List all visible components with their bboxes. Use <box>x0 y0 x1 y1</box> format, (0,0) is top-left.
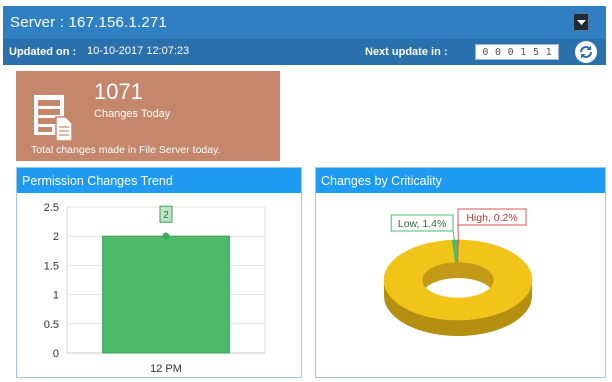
updated-on-value: 10-10-2017 12:07:23 <box>87 45 190 57</box>
countdown-digit: 1 <box>520 46 527 58</box>
changes-by-criticality-panel: Changes by Criticality Low, 1.4% High, 0.… <box>315 167 606 378</box>
caret-down-icon <box>577 20 586 25</box>
updated-on-label: Updated on : <box>9 46 77 58</box>
y-tick-label: 0.5 <box>44 319 59 331</box>
document-stack-icon <box>34 95 73 141</box>
y-tick-label: 2.5 <box>44 202 59 214</box>
countdown-digit: 0 <box>494 46 501 58</box>
server-dropdown-button[interactable] <box>573 13 589 31</box>
next-update-label: Next update in : <box>365 46 448 58</box>
countdown-digit: 0 <box>482 46 489 58</box>
countdown-digit: 0 <box>507 46 514 58</box>
data-point <box>162 232 170 240</box>
high-label: High, 0.2% <box>466 212 517 224</box>
changes-today-description: Total changes made in File Server today. <box>31 144 221 156</box>
changes-by-criticality-chart: Low, 1.4% High, 0.2% <box>383 208 533 336</box>
bar <box>102 235 230 354</box>
y-tick-label: 0 <box>53 348 59 360</box>
y-tick-label: 2 <box>53 231 59 243</box>
changes-by-criticality-title: Changes by Criticality <box>316 168 605 193</box>
countdown-digit: 5 <box>532 46 539 58</box>
changes-today-label: Changes Today <box>94 108 171 120</box>
x-tick-label: 12 PM <box>150 363 182 375</box>
y-tick-label: 1 <box>53 290 59 302</box>
low-label: Low, 1.4% <box>398 218 446 230</box>
permission-changes-trend-chart: 0 0.5 1 1.5 2 2.5 2 12 PM <box>44 202 266 375</box>
refresh-icon <box>575 41 597 63</box>
data-label: 2 <box>163 210 169 221</box>
countdown-digit: 1 <box>545 46 552 58</box>
server-title-bar: Server : 167.156.1.271 <box>3 6 606 39</box>
changes-today-tile[interactable]: 1071 Changes Today Total changes made in… <box>16 71 280 161</box>
next-update-countdown: 0 0 0 1 5 1 <box>475 44 559 60</box>
update-info-bar: Updated on : 10-10-2017 12:07:23 Next up… <box>3 39 606 65</box>
server-title: Server : 167.156.1.271 <box>10 14 168 31</box>
permission-changes-trend-title: Permission Changes Trend <box>17 168 301 193</box>
refresh-button[interactable] <box>574 40 598 64</box>
permission-changes-trend-panel: Permission Changes Trend 0 0.5 1 1.5 2 2.5 2 12… <box>16 167 302 378</box>
y-tick-label: 1.5 <box>44 260 59 272</box>
changes-today-count: 1071 <box>94 79 143 104</box>
